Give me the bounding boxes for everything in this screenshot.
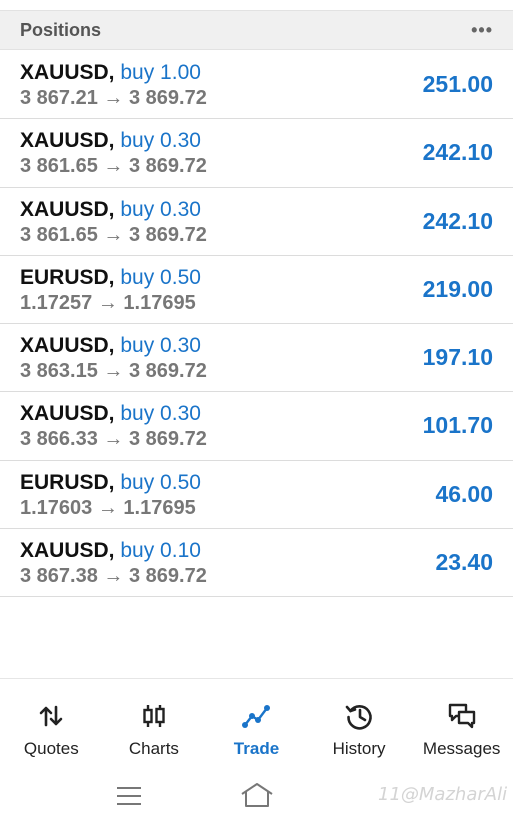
position-prices: 3 866.33 → 3 869.72 (20, 428, 207, 451)
position-symbol: XAUUSD, (20, 334, 115, 358)
position-profit: 242.10 (422, 139, 493, 166)
position-side: buy 0.30 (120, 129, 201, 153)
position-row[interactable]: XAUUSD, buy 0.30 3 861.65 → 3 869.72 242… (0, 188, 513, 256)
position-prices: 1.17603 → 1.17695 (20, 496, 196, 519)
position-profit: 101.70 (422, 412, 493, 439)
position-symbol: XAUUSD, (20, 197, 115, 221)
position-symbol: XAUUSD, (20, 539, 115, 563)
tab-label: Charts (128, 739, 179, 758)
bottom-tab-bar: Quotes Charts Trade History Messages (0, 678, 513, 768)
position-side: buy 0.50 (120, 470, 201, 494)
position-row[interactable]: XAUUSD, buy 0.30 3 861.65 → 3 869.72 242… (0, 119, 513, 188)
position-symbol: XAUUSD, (20, 129, 115, 153)
home-icon[interactable] (240, 782, 274, 808)
history-icon (345, 705, 372, 730)
quotes-arrows-icon (39, 705, 63, 727)
tab-label: Messages (422, 739, 501, 758)
positions-header: Positions ••• (0, 10, 513, 50)
watermark: 11@MazharAli (378, 784, 508, 805)
position-row[interactable]: XAUUSD, buy 0.10 3 867.38 → 3 869.72 23.… (0, 529, 513, 598)
tab-quotes[interactable]: Quotes (0, 679, 103, 768)
position-prices: 3 863.15 → 3 869.72 (20, 360, 207, 383)
position-row[interactable]: XAUUSD, buy 0.30 3 863.15 → 3 869.72 197… (0, 324, 513, 393)
chat-bubbles-icon (448, 703, 475, 729)
position-prices: 3 861.65 → 3 869.72 (20, 223, 207, 246)
position-symbol: EURUSD, (20, 265, 115, 289)
position-symbol: XAUUSD, (20, 402, 115, 426)
position-side: buy 0.30 (120, 402, 201, 426)
position-row[interactable]: XAUUSD, buy 1.00 3 867.21 → 3 869.72 251… (0, 51, 513, 120)
tab-history[interactable]: History (308, 679, 411, 768)
position-row[interactable]: EURUSD, buy 0.50 1.17603 → 1.17695 46.00 (0, 461, 513, 530)
position-row[interactable]: EURUSD, buy 0.50 1.17257 → 1.17695 219.0… (0, 256, 513, 325)
position-profit: 219.00 (422, 275, 493, 302)
candlestick-icon (143, 705, 165, 727)
position-profit: 251.00 (422, 71, 493, 97)
position-side: buy 0.30 (120, 334, 201, 358)
position-side: buy 0.10 (120, 539, 201, 563)
position-prices: 3 861.65 → 3 869.72 (20, 155, 207, 178)
recent-apps-icon[interactable] (116, 786, 142, 806)
position-profit: 197.10 (422, 344, 493, 371)
trend-line-icon (242, 705, 271, 728)
position-row[interactable]: XAUUSD, buy 0.30 3 866.33 → 3 869.72 101… (0, 392, 513, 461)
positions-list: XAUUSD, buy 1.00 3 867.21 → 3 869.72 251… (0, 51, 513, 598)
position-prices: 3 867.21 → 3 869.72 (20, 87, 207, 109)
position-prices: 1.17257 → 1.17695 (20, 291, 196, 314)
position-profit: 23.40 (435, 549, 493, 576)
tab-messages[interactable]: Messages (410, 679, 513, 768)
more-options-icon[interactable]: ••• (471, 20, 493, 41)
position-profit: 242.10 (422, 207, 493, 234)
tab-label: Quotes (23, 739, 79, 758)
position-side: buy 0.50 (120, 265, 201, 289)
position-profit: 46.00 (435, 480, 493, 507)
tab-label: History (332, 739, 386, 758)
position-side: buy 1.00 (120, 61, 201, 84)
system-nav-bar: 11@MazharAli (0, 772, 513, 826)
tab-charts[interactable]: Charts (103, 679, 206, 768)
position-prices: 3 867.38 → 3 869.72 (20, 565, 207, 588)
tab-trade[interactable]: Trade (205, 679, 308, 768)
page-title: Positions (20, 19, 102, 40)
position-symbol: XAUUSD, (20, 61, 115, 84)
position-side: buy 0.30 (120, 197, 201, 221)
tab-label: Trade (233, 739, 280, 758)
position-symbol: EURUSD, (20, 470, 115, 494)
